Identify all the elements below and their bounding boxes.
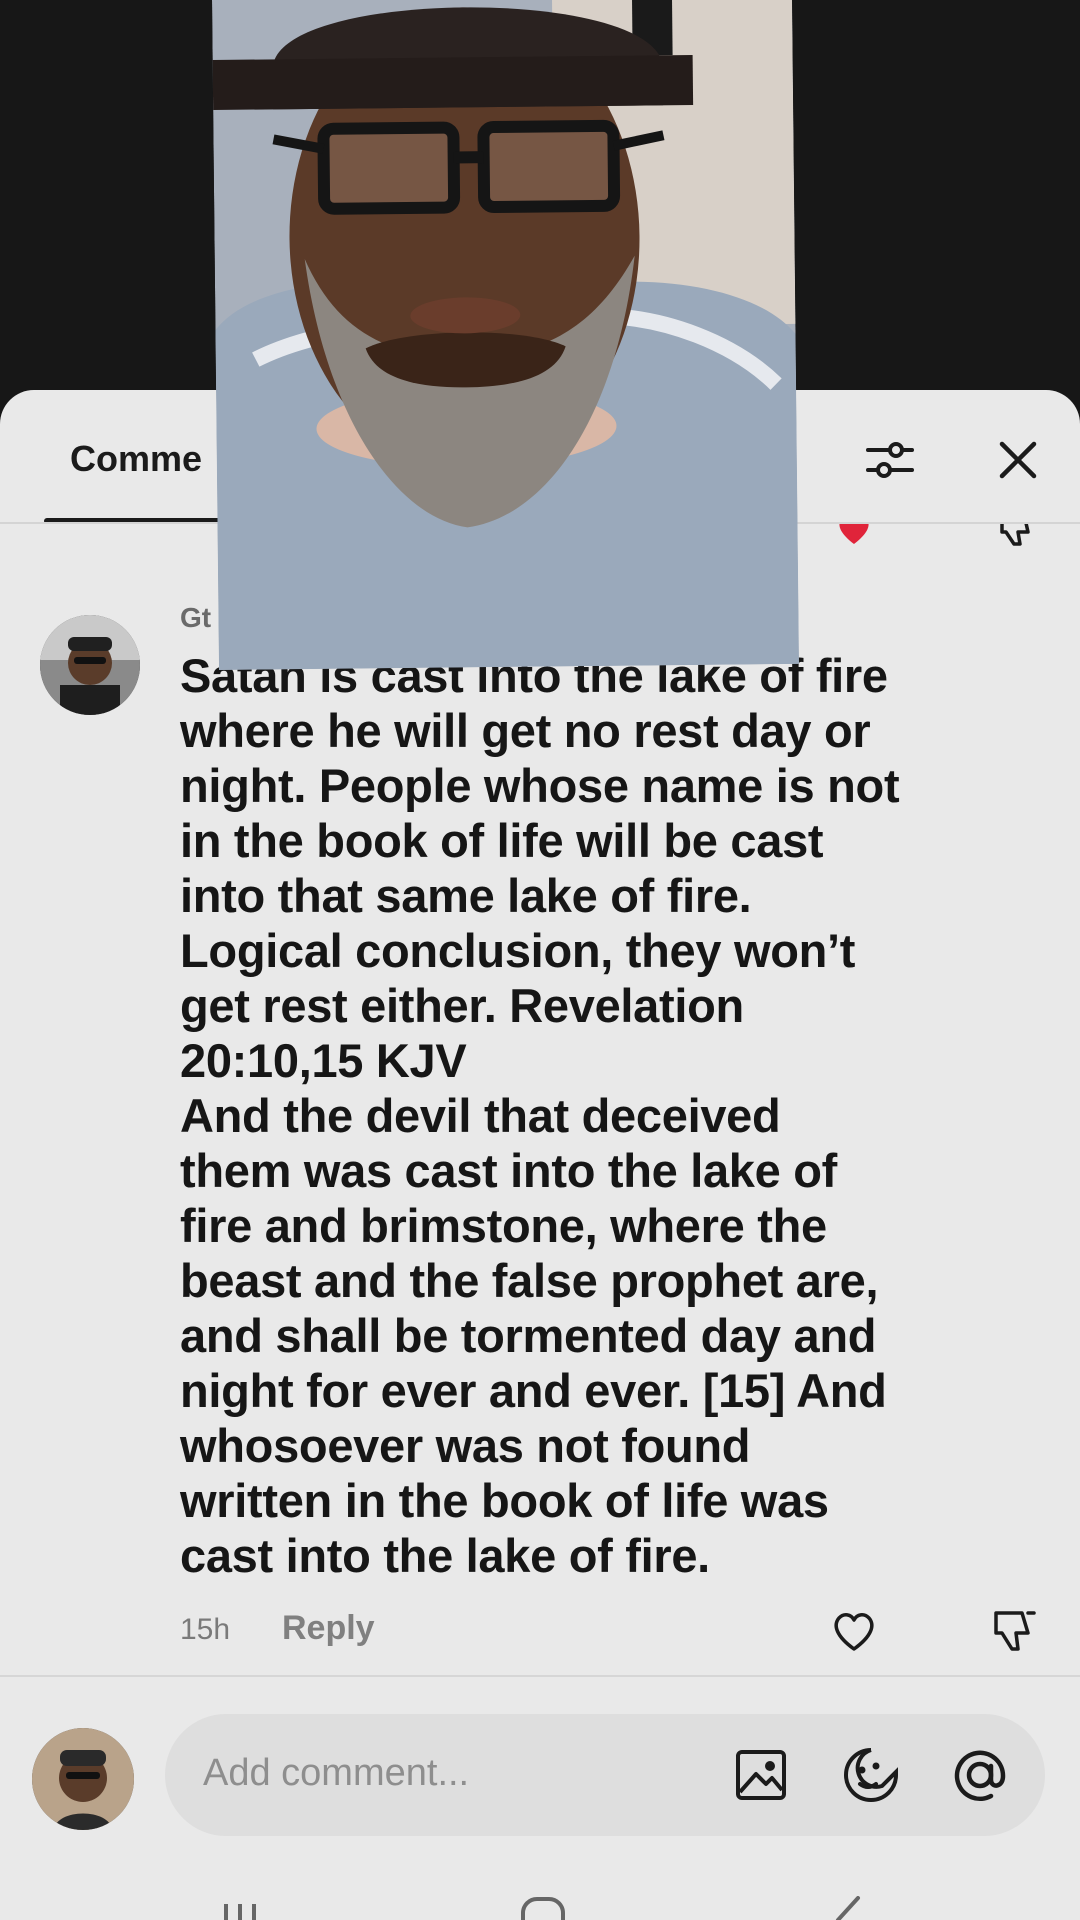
sticker-button[interactable] [840, 1744, 902, 1806]
heart-outline-icon [834, 1613, 874, 1651]
filter-button[interactable] [860, 430, 920, 490]
back-icon [836, 1896, 860, 1920]
picture-in-picture-video[interactable] [212, 0, 799, 670]
mention-button[interactable] [945, 1740, 1015, 1810]
like-button[interactable] [828, 1605, 880, 1657]
reply-button[interactable]: Reply [282, 1609, 375, 1648]
composer-divider [0, 1675, 1080, 1677]
comment-meta: 15h Reply [180, 1605, 1040, 1655]
sliders-icon [866, 442, 914, 478]
system-nav-bar [0, 1890, 1080, 1920]
back-button[interactable] [830, 1896, 864, 1920]
sticker-face-icon [844, 1748, 898, 1802]
comment-composer: Add comment... [0, 1678, 1080, 1838]
home-icon [521, 1897, 565, 1920]
comment-input-placeholder: Add comment... [203, 1752, 470, 1794]
at-sign-icon [954, 1750, 1006, 1802]
previous-dislike-icon [994, 524, 1040, 546]
recent-apps-button[interactable] [218, 1902, 262, 1920]
comment-username[interactable]: Gt [180, 602, 211, 634]
recent-apps-icon [224, 1904, 256, 1920]
add-image-button[interactable] [730, 1744, 792, 1806]
tab-comments[interactable]: Comme [70, 438, 202, 480]
image-icon [736, 1750, 786, 1800]
comment-avatar[interactable] [40, 615, 140, 715]
previous-like-icon [834, 524, 874, 546]
comment-input[interactable]: Add comment... [165, 1714, 1045, 1836]
comment-timestamp: 15h [180, 1613, 231, 1646]
home-button[interactable] [520, 1896, 566, 1920]
dislike-button[interactable] [988, 1605, 1040, 1657]
comment-text: Satan is cast into the lake of fire wher… [180, 649, 900, 1582]
thumbs-down-icon [994, 1611, 1036, 1651]
close-icon [999, 441, 1037, 479]
close-button[interactable] [990, 432, 1046, 488]
current-user-avatar [32, 1728, 134, 1830]
video-frame [212, 0, 799, 670]
